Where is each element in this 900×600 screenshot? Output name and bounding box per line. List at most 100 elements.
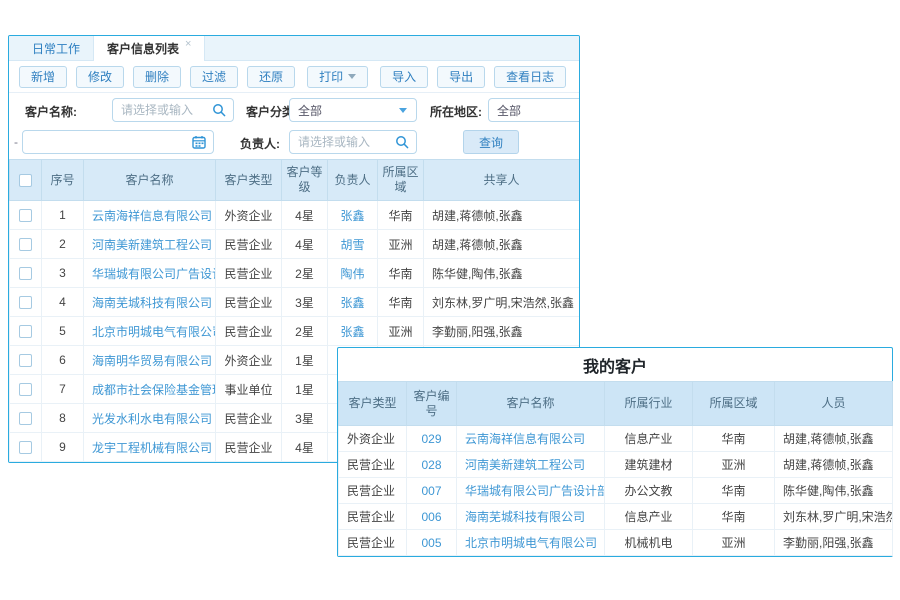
table-row[interactable]: 2河南美新建筑工程公司民营企业4星胡雪亚洲胡建,蒋德帧,张鑫 [10,230,580,259]
cell-industry: 机械机电 [605,530,693,556]
tab-daily-work[interactable]: 日常工作 [19,36,93,60]
select-all-checkbox[interactable] [19,174,32,187]
owner-field [289,130,417,154]
cell-region: 华南 [378,201,424,230]
edit-button[interactable]: 修改 [76,66,124,88]
customer-name-link[interactable]: 海南芜城科技有限公司 [92,296,212,310]
customer-name-field [112,98,234,122]
cell-no: 3 [42,259,84,288]
row-checkbox[interactable] [19,441,32,454]
customer-name-link[interactable]: 龙宇工程机械有限公司 [92,441,212,455]
col-header-region: 所属区域 [693,382,775,426]
cell-region: 亚洲 [693,452,775,478]
print-button[interactable]: 打印 [307,66,368,88]
table-row[interactable]: 4海南芜城科技有限公司民营企业3星张鑫华南刘东林,罗广明,宋浩然,张鑫 [10,288,580,317]
col-header-region: 所属区域 [378,160,424,201]
cell-no: 9 [42,433,84,462]
cell-no: 5 [42,317,84,346]
customer-name-link[interactable]: 北京市明城电气有限公司 [92,325,216,339]
owner-label: 负责人: [240,135,280,152]
filter-button[interactable]: 过滤 [190,66,238,88]
cell-shared: 陈华健,陶伟,张鑫 [424,259,580,288]
customer-code-link[interactable]: 029 [421,432,441,446]
row-checkbox[interactable] [19,296,32,309]
table-row[interactable]: 外资企业029云南海祥信息有限公司信息产业华南胡建,蒋德帧,张鑫 [339,426,893,452]
customer-name-link[interactable]: 海南芜城科技有限公司 [465,510,585,524]
customer-code-link[interactable]: 006 [421,510,441,524]
row-checkbox[interactable] [19,238,32,251]
col-header-name: 客户名称 [84,160,216,201]
customer-name-link[interactable]: 华瑞城有限公司广告设计部 [465,484,605,498]
row-select-cell [10,433,42,462]
view-log-button[interactable]: 查看日志 [494,66,566,88]
cell-owner: 胡雪 [328,230,378,259]
table-row[interactable]: 民营企业007华瑞城有限公司广告设计部办公文教华南陈华健,陶伟,张鑫 [339,478,893,504]
col-header-type: 客户类型 [339,382,407,426]
table-row[interactable]: 5北京市明城电气有限公司民营企业2星张鑫亚洲李勤丽,阳强,张鑫 [10,317,580,346]
customer-code-link[interactable]: 028 [421,458,441,472]
owner-link[interactable]: 张鑫 [340,296,364,310]
owner-link[interactable]: 陶伟 [340,267,364,281]
tab-customer-list[interactable]: 客户信息列表 × [93,36,205,61]
owner-link[interactable]: 胡雪 [340,238,364,252]
cell-name: 光发水利水电有限公司 [84,404,216,433]
restore-button[interactable]: 还原 [247,66,295,88]
row-select-cell [10,346,42,375]
category-select[interactable]: 全部 [289,98,417,122]
table-row[interactable]: 1云南海祥信息有限公司外资企业4星张鑫华南胡建,蒋德帧,张鑫 [10,201,580,230]
cell-region: 亚洲 [378,317,424,346]
col-header-name: 客户名称 [457,382,605,426]
select-all-cell [10,160,42,201]
delete-button[interactable]: 删除 [133,66,181,88]
customer-name-link[interactable]: 云南海祥信息有限公司 [465,432,585,446]
table-row[interactable]: 民营企业005北京市明城电气有限公司机械机电亚洲李勤丽,阳强,张鑫 [339,530,893,556]
cell-type: 民营企业 [216,288,282,317]
table-header-row: 客户类型 客户编号 客户名称 所属行业 所属区域 人员 [339,382,893,426]
cell-name: 成都市社会保险基金管理... [84,375,216,404]
owner-link[interactable]: 张鑫 [340,325,364,339]
cell-industry: 信息产业 [605,504,693,530]
customer-name-link[interactable]: 光发水利水电有限公司 [92,412,212,426]
close-icon[interactable]: × [185,38,191,50]
owner-link[interactable]: 张鑫 [340,209,364,223]
row-select-cell [10,259,42,288]
cell-type: 外资企业 [339,426,407,452]
customer-name-link[interactable]: 海南明华贸易有限公司 [92,354,212,368]
cell-region: 华南 [693,504,775,530]
export-button[interactable]: 导出 [437,66,485,88]
customer-name-link[interactable]: 河南美新建筑工程公司 [92,238,212,252]
table-row[interactable]: 民营企业006海南芜城科技有限公司信息产业华南刘东林,罗广明,宋浩然,... [339,504,893,530]
cell-no: 8 [42,404,84,433]
region-select[interactable]: 全部 [488,98,580,122]
calendar-icon[interactable] [192,135,206,152]
customer-code-link[interactable]: 007 [421,484,441,498]
row-checkbox[interactable] [19,209,32,222]
customer-name-link[interactable]: 河南美新建筑工程公司 [465,458,585,472]
customer-code-link[interactable]: 005 [421,536,441,550]
row-checkbox[interactable] [19,325,32,338]
search-icon[interactable] [395,135,409,152]
tab-label: 日常工作 [32,40,80,57]
cell-region: 亚洲 [378,230,424,259]
cell-name: 海南芜城科技有限公司 [84,288,216,317]
cell-name: 华瑞城有限公司广告设计部 [457,478,605,504]
cell-name: 华瑞城有限公司广告设计部 [84,259,216,288]
table-row[interactable]: 民营企业028河南美新建筑工程公司建筑建材亚洲胡建,蒋德帧,张鑫 [339,452,893,478]
import-button[interactable]: 导入 [380,66,428,88]
col-header-owner: 负责人 [328,160,378,201]
customer-name-link[interactable]: 成都市社会保险基金管理... [92,383,216,397]
date-input[interactable] [23,131,213,153]
search-button[interactable]: 查询 [463,130,519,154]
row-checkbox[interactable] [19,383,32,396]
row-checkbox[interactable] [19,412,32,425]
customer-name-link[interactable]: 北京市明城电气有限公司 [465,536,597,550]
customer-name-link[interactable]: 云南海祥信息有限公司 [92,209,212,223]
cell-no: 6 [42,346,84,375]
row-checkbox[interactable] [19,354,32,367]
add-button[interactable]: 新增 [19,66,67,88]
customer-name-link[interactable]: 华瑞城有限公司广告设计部 [92,267,216,281]
table-row[interactable]: 3华瑞城有限公司广告设计部民营企业2星陶伟华南陈华健,陶伟,张鑫 [10,259,580,288]
search-icon[interactable] [212,103,226,120]
cell-code: 029 [407,426,457,452]
row-checkbox[interactable] [19,267,32,280]
